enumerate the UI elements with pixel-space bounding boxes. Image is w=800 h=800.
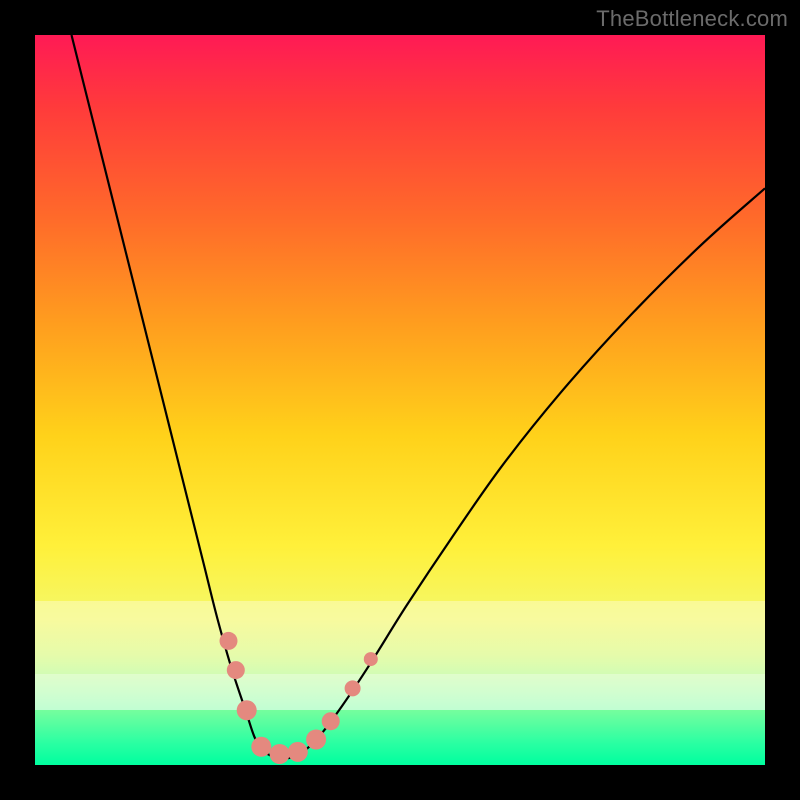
floor-dot-1 xyxy=(251,737,271,757)
right-dot-2 xyxy=(322,712,340,730)
right-curve xyxy=(305,188,765,750)
chart-frame: TheBottleneck.com xyxy=(0,0,800,800)
watermark-text: TheBottleneck.com xyxy=(596,6,788,32)
floor-dot-2 xyxy=(270,744,290,764)
plot-area xyxy=(35,35,765,765)
right-dot-1 xyxy=(306,730,326,750)
left-dot-2 xyxy=(227,661,245,679)
floor-dot-3 xyxy=(288,742,308,762)
marker-layer xyxy=(220,632,378,764)
curve-layer xyxy=(72,35,766,759)
left-dot-3 xyxy=(237,700,257,720)
right-dot-3 xyxy=(345,680,361,696)
chart-svg xyxy=(35,35,765,765)
right-dot-4 xyxy=(364,652,378,666)
left-dot-1 xyxy=(220,632,238,650)
